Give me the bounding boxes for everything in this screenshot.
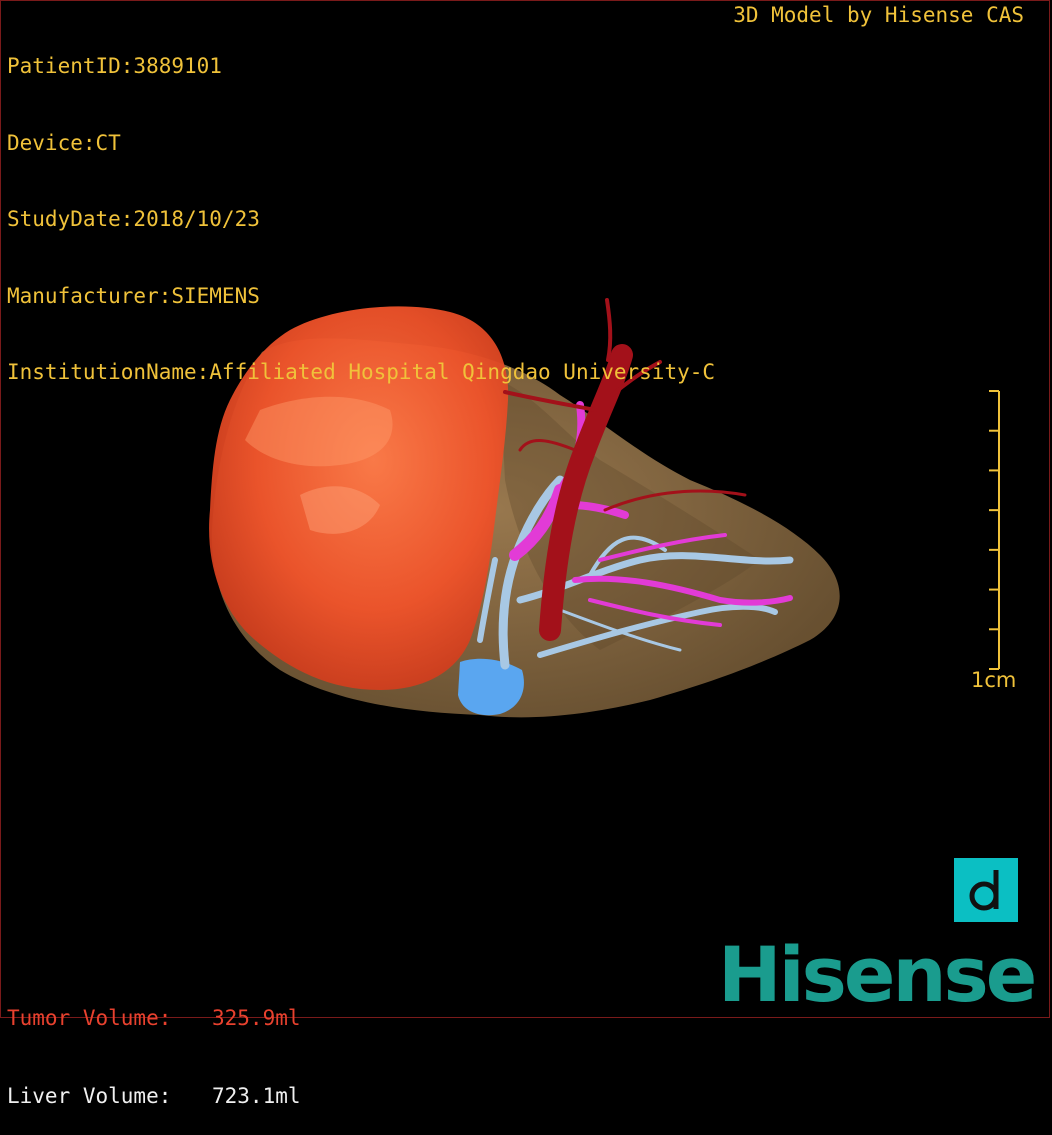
study-date: StudyDate:2018/10/23 [7,207,260,231]
patient-id: PatientID:3889101 [7,54,222,78]
liver-volume-row: Liver Volume: 723.1ml [7,1083,301,1109]
model-credit: 3D Model by Hisense CAS [733,3,1024,27]
d-letter-icon[interactable] [954,858,1018,922]
institution-name: InstitutionName:Affiliated Hospital Qing… [7,360,716,384]
liver-volume-label: Liver Volume: [7,1084,172,1108]
tumor-volume-value: 325.9ml [212,1006,301,1030]
liver-volume-value: 723.1ml [212,1084,301,1108]
study-metadata: PatientID:3889101 Device:CT StudyDate:20… [7,3,715,411]
volume-readouts: Tumor Volume: 325.9ml Liver Volume: 723.1m… [7,953,301,1135]
manufacturer: Manufacturer:SIEMENS [7,283,260,308]
scale-bar [989,390,1000,670]
tumor-volume-row: Tumor Volume: 325.9ml [7,1005,301,1031]
device: Device:CT [7,130,121,155]
hisense-logo: Hisense [718,930,1037,1019]
scale-label: 1cm [971,668,1017,692]
tumor-volume-label: Tumor Volume: [7,1006,172,1030]
d-glyph [969,870,999,911]
